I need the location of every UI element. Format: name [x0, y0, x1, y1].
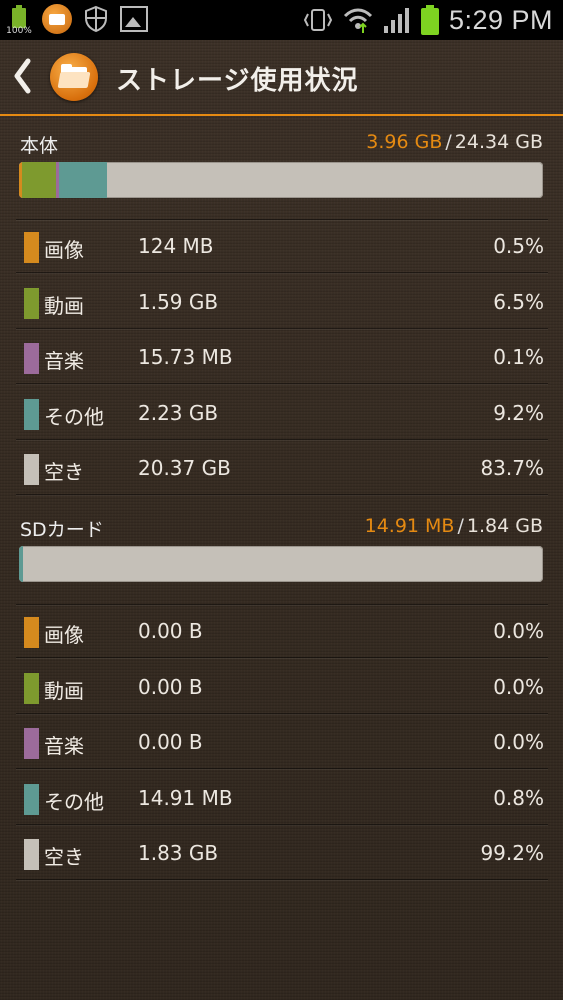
status-bar: 100% 5:29 PM [0, 0, 563, 40]
color-swatch [24, 454, 39, 485]
category-row-videos: 動画 1.59 GB 6.5% [0, 276, 563, 331]
color-swatch [24, 672, 39, 704]
battery-full-icon: 100% [6, 4, 32, 36]
color-swatch [24, 728, 39, 759]
sdcard-usage: 14.91 MB/1.84 GB [364, 515, 543, 537]
chevron-left-icon[interactable] [12, 58, 34, 94]
page-title: ストレージ使用状況 [116, 66, 359, 96]
image-icon [120, 6, 148, 32]
divider [16, 327, 548, 329]
internal-storage-usage: 3.96 GB/24.34 GB [366, 131, 543, 153]
divider [16, 272, 548, 273]
category-size: 15.73 MB [138, 345, 233, 369]
color-swatch [24, 343, 39, 374]
divider [16, 383, 548, 384]
battery-percent-label: 100% [6, 26, 32, 36]
divider [16, 494, 548, 495]
category-size: 124 MB [138, 234, 214, 258]
category-percent: 99.2% [480, 841, 544, 865]
category-row-free: 空き 20.37 GB 83.7% [0, 442, 563, 497]
wifi-icon [343, 8, 372, 33]
vibrate-icon [303, 9, 333, 31]
color-swatch [24, 617, 39, 648]
category-percent: 6.5% [493, 289, 544, 314]
internal-total: 24.34 GB [454, 131, 543, 153]
app-notification-icon [42, 4, 72, 34]
category-row-other: その他 2.23 GB 9.2% [0, 387, 563, 442]
sdcard-usage-bar [19, 546, 543, 582]
category-row-images: 画像 124 MB 0.5% [0, 220, 563, 275]
divider [16, 823, 548, 825]
internal-used: 3.96 GB [366, 131, 443, 153]
category-size: 2.23 GB [138, 400, 219, 425]
action-bar: ストレージ使用状況 [0, 40, 563, 116]
category-percent: 0.1% [493, 345, 544, 369]
divider [16, 657, 548, 658]
sdcard-label: SDカード [20, 519, 104, 541]
category-label: 音楽 [44, 734, 84, 758]
folder-app-icon[interactable] [50, 53, 98, 101]
divider [16, 438, 548, 440]
category-label: その他 [44, 789, 104, 814]
category-row-other: その他 14.91 MB 0.8% [0, 772, 563, 827]
divider [16, 768, 548, 769]
category-size: 1.83 GB [138, 841, 219, 865]
category-percent: 0.0% [493, 674, 544, 699]
category-label: 画像 [44, 238, 84, 262]
category-percent: 0.5% [493, 234, 544, 258]
battery-icon [420, 5, 439, 35]
category-size: 0.00 B [138, 674, 203, 699]
color-swatch [24, 783, 39, 815]
category-size: 14.91 MB [138, 785, 233, 810]
color-swatch [24, 839, 39, 870]
category-size: 1.59 GB [138, 289, 219, 314]
category-size: 20.37 GB [138, 456, 231, 480]
category-row-music: 音楽 0.00 B 0.0% [0, 716, 563, 771]
category-label: 動画 [44, 678, 84, 703]
usage-segment-other [59, 162, 107, 198]
category-size: 0.00 B [138, 730, 203, 754]
category-row-music: 音楽 15.73 MB 0.1% [0, 331, 563, 386]
color-swatch [24, 398, 39, 430]
category-size: 0.00 B [138, 619, 203, 643]
category-row-free: 空き 1.83 GB 99.2% [0, 827, 563, 882]
category-label: 空き [44, 845, 84, 869]
internal-storage-label: 本体 [20, 135, 59, 157]
category-percent: 83.7% [480, 456, 544, 480]
category-label: 音楽 [44, 349, 84, 373]
signal-icon [383, 8, 409, 33]
category-percent: 9.2% [493, 400, 544, 425]
category-percent: 0.0% [493, 730, 544, 754]
clock: 5:29 PM [448, 4, 553, 35]
color-swatch [24, 287, 39, 319]
sdcard-total: 1.84 GB [466, 515, 543, 537]
usage-segment-other [19, 546, 23, 582]
usage-segment-videos [22, 162, 56, 198]
divider [16, 712, 548, 714]
category-label: 動画 [44, 293, 84, 318]
shield-icon [85, 5, 107, 33]
category-row-images: 画像 0.00 B 0.0% [0, 605, 563, 660]
divider [16, 879, 548, 880]
category-label: 画像 [44, 623, 84, 647]
sdcard-used: 14.91 MB [364, 515, 455, 537]
category-percent: 0.0% [493, 619, 544, 643]
category-label: その他 [44, 404, 104, 429]
category-percent: 0.8% [493, 785, 544, 810]
category-row-videos: 動画 0.00 B 0.0% [0, 661, 563, 716]
internal-usage-bar [19, 162, 543, 198]
color-swatch [24, 232, 39, 263]
category-label: 空き [44, 460, 84, 484]
